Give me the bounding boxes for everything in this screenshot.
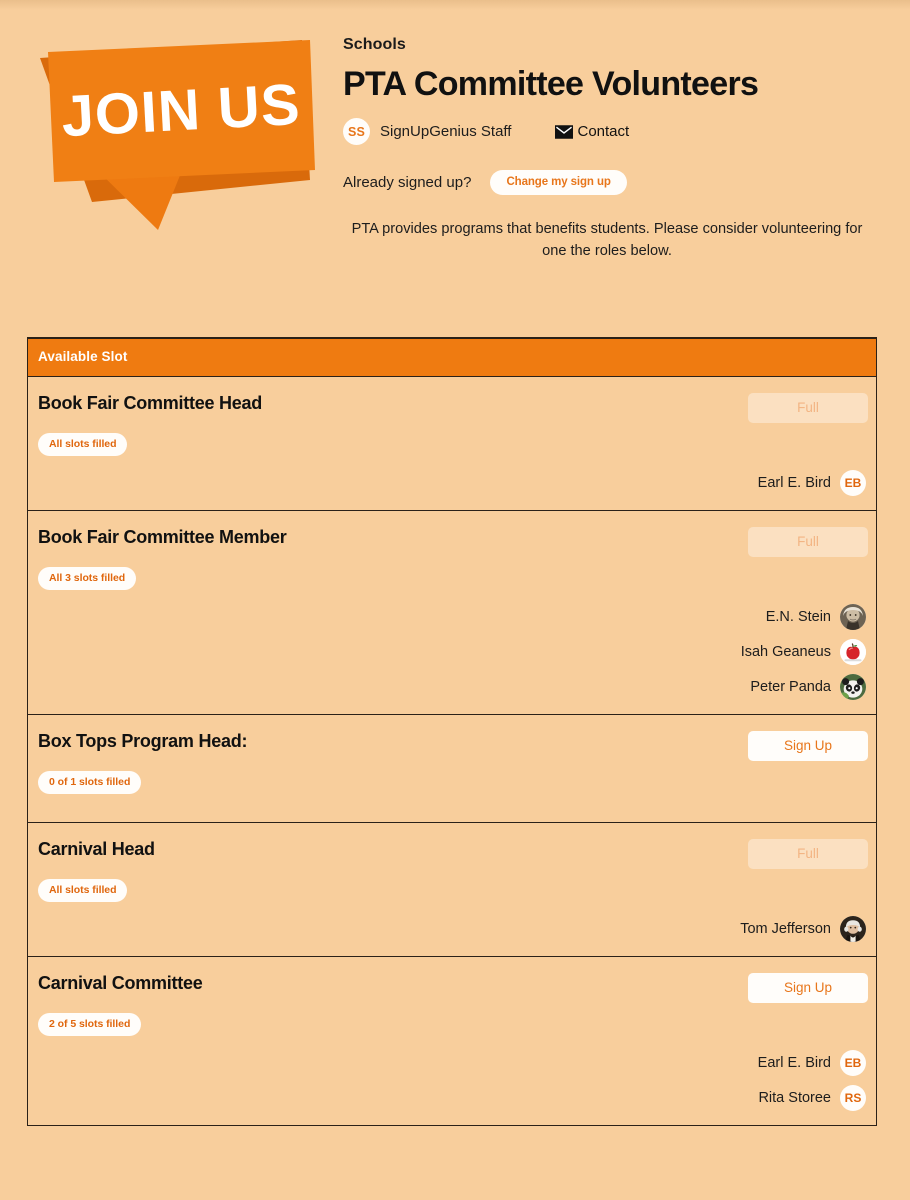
volunteer-name: Peter Panda	[750, 679, 831, 695]
slot-title: Carnival Head	[38, 839, 155, 859]
volunteer-name: E.N. Stein	[765, 609, 831, 625]
slot-title: Book Fair Committee Member	[38, 527, 287, 547]
avatar-initials: EB	[840, 470, 866, 496]
svg-text:JOIN US: JOIN US	[60, 72, 302, 149]
slot-title: Box Tops Program Head:	[38, 731, 248, 751]
avatar-photo-panda	[840, 674, 866, 700]
join-us-speech-bubble-icon: JOIN US	[30, 30, 330, 230]
volunteer-list: Earl E. Bird EB Rita Storee RS	[38, 1050, 866, 1111]
hero-section: JOIN US Schools PTA Committee Volunteers…	[0, 0, 910, 300]
table-header-label: Available Slot	[38, 349, 128, 364]
volunteer-name: Isah Geaneus	[740, 644, 831, 660]
volunteer-row: Earl E. Bird EB	[38, 1050, 866, 1076]
slot-title: Book Fair Committee Head	[38, 393, 263, 413]
volunteer-row: Rita Storee RS	[38, 1085, 866, 1111]
slot-full-button: Full	[748, 527, 868, 557]
join-us-logo-svg: JOIN US	[40, 40, 315, 230]
slot-row: Carnival Committee 2 of 5 slots filled Sig…	[28, 957, 876, 1125]
avatar-initials: EB	[840, 1050, 866, 1076]
volunteer-name: Earl E. Bird	[757, 1055, 831, 1071]
envelope-icon	[555, 124, 574, 139]
volunteer-row: Isah Geaneus	[38, 639, 866, 665]
slot-row: Box Tops Program Head: 0 of 1 slots fille…	[28, 715, 876, 823]
slot-status-badge: All slots filled	[38, 433, 128, 456]
change-my-sign-up-button[interactable]: Change my sign up	[490, 170, 627, 196]
slot-row: Book Fair Committee Head All slots filled…	[28, 377, 876, 511]
slot-title: Carnival Committee	[38, 973, 203, 993]
owner-avatar: SS	[343, 118, 370, 146]
slot-status-badge: 0 of 1 slots filled	[38, 771, 142, 794]
volunteer-name: Earl E. Bird	[757, 475, 831, 491]
volunteer-list: E.N. Stein Isah Geaneus Peter Panda	[38, 604, 866, 700]
avatar-photo-jefferson	[840, 916, 866, 942]
slot-sign-up-button[interactable]: Sign Up	[748, 731, 868, 761]
slot-row: Book Fair Committee Member All 3 slots fi…	[28, 511, 876, 715]
contact-label: Contact	[577, 123, 630, 141]
event-description: PTA provides programs that benefits stud…	[351, 221, 863, 260]
slot-status-badge: 2 of 5 slots filled	[38, 1013, 142, 1036]
volunteer-name: Tom Jefferson	[740, 921, 831, 937]
slot-status-badge: All slots filled	[38, 879, 128, 902]
volunteer-name: Rita Storee	[758, 1090, 831, 1106]
breadcrumb-category: Schools	[343, 36, 406, 53]
volunteer-row: Peter Panda	[38, 674, 866, 700]
already-signed-up-label: Already signed up?	[343, 174, 472, 192]
volunteer-row: Earl E. Bird EB	[38, 470, 866, 496]
table-header: Available Slot	[28, 339, 876, 377]
slot-full-button: Full	[748, 839, 868, 869]
avatar-initials: RS	[840, 1085, 866, 1111]
slot-row: Carnival Head All slots filled Full Tom Jef…	[28, 823, 876, 957]
signup-table: Available Slot Book Fair Committee Head A…	[27, 337, 877, 1126]
slot-sign-up-button[interactable]: Sign Up	[748, 973, 868, 1003]
owner-row: SS SignUpGenius Staff Contact	[343, 118, 890, 146]
owner-name: SignUpGenius Staff	[380, 123, 512, 141]
volunteer-row: Tom Jefferson	[38, 916, 866, 942]
already-signed-up-row: Already signed up? Change my sign up	[343, 170, 890, 196]
volunteer-list: Earl E. Bird EB	[38, 470, 866, 496]
page-title: PTA Committee Volunteers	[343, 65, 759, 103]
volunteer-list: Tom Jefferson	[38, 916, 866, 942]
slot-status-badge: All 3 slots filled	[38, 567, 137, 590]
contact-link[interactable]: Contact	[555, 123, 629, 140]
avatar-photo-apple	[840, 639, 866, 665]
hero-text-block: Schools PTA Committee Volunteers SS Sign…	[343, 36, 890, 196]
avatar-photo-einstein	[840, 604, 866, 630]
volunteer-row: E.N. Stein	[38, 604, 866, 630]
slot-full-button: Full	[748, 393, 868, 423]
table-body: Book Fair Committee Head All slots filled…	[28, 377, 876, 1125]
